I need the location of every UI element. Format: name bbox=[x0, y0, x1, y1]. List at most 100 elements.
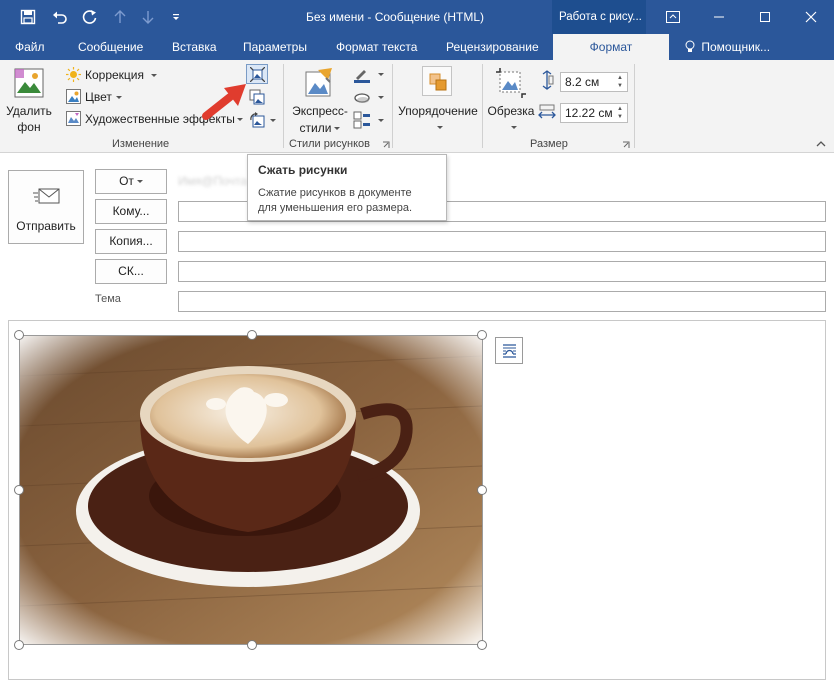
quick-styles-button[interactable]: Экспресс- стили bbox=[290, 64, 350, 136]
bcc-field[interactable] bbox=[178, 261, 826, 282]
height-spin-up-icon[interactable]: ▲ bbox=[617, 74, 625, 82]
resize-handle-top[interactable] bbox=[247, 330, 257, 340]
send-envelope-icon bbox=[33, 188, 60, 204]
group-picture-styles-label: Стили рисунков bbox=[289, 138, 370, 150]
picture-border-button[interactable] bbox=[353, 65, 384, 83]
maximize-icon[interactable] bbox=[742, 0, 788, 34]
tab-options[interactable]: Параметры bbox=[243, 34, 307, 60]
tab-message[interactable]: Сообщение bbox=[78, 34, 143, 60]
height-icon bbox=[542, 70, 554, 90]
picture-layout-button[interactable] bbox=[353, 111, 384, 129]
bcc-button[interactable]: СК... bbox=[95, 259, 167, 284]
resize-handle-bottom-right[interactable] bbox=[477, 640, 487, 650]
tooltip-description-line-1: Сжатие рисунков в документе bbox=[258, 187, 412, 199]
resize-handle-left[interactable] bbox=[14, 485, 24, 495]
cc-button[interactable]: Копия... bbox=[95, 229, 167, 254]
selected-picture[interactable] bbox=[14, 330, 487, 650]
send-button[interactable]: Отправить bbox=[8, 170, 84, 244]
width-value: 12.22 см bbox=[565, 106, 613, 120]
close-icon[interactable] bbox=[788, 0, 834, 34]
resize-handle-top-left[interactable] bbox=[14, 330, 24, 340]
to-button[interactable]: Кому... bbox=[95, 199, 167, 224]
arrange-label: Упорядочение bbox=[398, 104, 478, 118]
width-input[interactable]: 12.22 см ▲ ▼ bbox=[560, 103, 628, 123]
ribbon: Удалить фон Коррекция Цвет Художественны… bbox=[0, 60, 834, 153]
size-dialog-launcher-icon[interactable] bbox=[622, 141, 630, 149]
quick-styles-icon bbox=[305, 68, 332, 97]
window-title: Без имени - Сообщение (HTML) bbox=[305, 10, 485, 24]
lightbulb-icon bbox=[685, 40, 695, 52]
undo-icon[interactable] bbox=[46, 0, 74, 34]
resize-handle-right[interactable] bbox=[477, 485, 487, 495]
tooltip-title: Сжать рисунки bbox=[258, 163, 348, 177]
subject-label: Тема bbox=[95, 293, 121, 305]
tab-file[interactable]: Файл bbox=[15, 34, 45, 60]
tab-picture-format[interactable]: Формат bbox=[553, 34, 669, 60]
message-body[interactable] bbox=[8, 320, 826, 680]
picture-effects-icon bbox=[354, 93, 370, 103]
from-button[interactable]: От bbox=[95, 169, 167, 194]
ribbon-tabs: Файл Сообщение Вставка Параметры Формат … bbox=[0, 34, 834, 60]
arrange-dropdown-icon bbox=[437, 126, 443, 129]
tell-me-box[interactable]: Помощник... bbox=[685, 34, 770, 60]
remove-background-button[interactable]: Удалить фон bbox=[4, 64, 54, 136]
styles-dialog-launcher-icon[interactable] bbox=[382, 141, 390, 149]
picture-tools-context-tab: Работа с рису... bbox=[552, 0, 646, 34]
quick-styles-label-2-text: стили bbox=[299, 121, 332, 135]
redo-icon[interactable] bbox=[76, 0, 104, 34]
picture-border-icon bbox=[354, 70, 370, 83]
ribbon-separator bbox=[283, 64, 284, 148]
layout-options-icon bbox=[503, 344, 516, 358]
picture-layout-dropdown-icon bbox=[378, 119, 384, 122]
color-button[interactable]: Цвет bbox=[66, 88, 126, 106]
subject-field[interactable] bbox=[178, 291, 826, 312]
corrections-dropdown-icon bbox=[151, 74, 157, 77]
ribbon-separator bbox=[482, 64, 483, 148]
quick-styles-label-2: стили bbox=[290, 121, 350, 135]
picture-effects-dropdown-icon bbox=[378, 96, 384, 99]
tab-format-text[interactable]: Формат текста bbox=[336, 34, 417, 60]
minimize-icon[interactable] bbox=[696, 0, 742, 34]
arrange-button[interactable]: Упорядочение bbox=[396, 64, 480, 136]
tooltip-description: Сжатие рисунков в документе для уменьшен… bbox=[258, 186, 436, 216]
picture-effects-button[interactable] bbox=[353, 88, 384, 106]
ribbon-separator bbox=[634, 64, 635, 148]
resize-handle-bottom-left[interactable] bbox=[14, 640, 24, 650]
red-arrow-annotation bbox=[202, 84, 246, 120]
arrange-icon-frame bbox=[422, 66, 452, 96]
height-spin-down-icon[interactable]: ▼ bbox=[617, 82, 625, 90]
crop-icon bbox=[496, 68, 526, 98]
resize-handle-bottom[interactable] bbox=[247, 640, 257, 650]
height-value: 8.2 см bbox=[565, 75, 600, 89]
compress-pictures-icon bbox=[250, 67, 265, 82]
group-size-label: Размер bbox=[530, 138, 568, 150]
save-icon[interactable] bbox=[14, 0, 42, 34]
layout-options-button[interactable] bbox=[495, 337, 523, 364]
compose-area: Отправить От Имя@Почта Кому... Копия... … bbox=[0, 154, 834, 685]
reset-picture-dropdown-icon bbox=[270, 119, 276, 122]
arrow-down-icon[interactable] bbox=[134, 0, 162, 34]
width-icon bbox=[538, 104, 556, 119]
remove-background-label-1: Удалить bbox=[6, 104, 52, 118]
remove-background-icon bbox=[14, 68, 44, 98]
tell-me-label: Помощник... bbox=[701, 40, 771, 54]
picture-border-dropdown-icon bbox=[378, 73, 384, 76]
width-spin-up-icon[interactable]: ▲ bbox=[617, 105, 625, 113]
corrections-label: Коррекция bbox=[85, 68, 145, 82]
crop-button[interactable]: Обрезка bbox=[486, 64, 536, 136]
from-label: От bbox=[119, 174, 134, 188]
ribbon-display-options-icon[interactable] bbox=[650, 0, 696, 34]
collapse-ribbon-icon[interactable] bbox=[815, 140, 827, 148]
arrow-up-icon[interactable] bbox=[106, 0, 134, 34]
cc-field[interactable] bbox=[178, 231, 826, 252]
color-label: Цвет bbox=[85, 90, 112, 104]
customize-toolbar-icon[interactable] bbox=[162, 0, 190, 34]
corrections-button[interactable]: Коррекция bbox=[66, 66, 166, 84]
tab-review[interactable]: Рецензирование bbox=[446, 34, 539, 60]
width-spin-down-icon[interactable]: ▼ bbox=[617, 113, 625, 121]
title-bar: Без имени - Сообщение (HTML) Работа с ри… bbox=[0, 0, 834, 34]
compress-pictures-tooltip: Сжать рисунки Сжатие рисунков в документ… bbox=[247, 154, 447, 221]
tab-insert[interactable]: Вставка bbox=[172, 34, 217, 60]
height-input[interactable]: 8.2 см ▲ ▼ bbox=[560, 72, 628, 92]
resize-handle-top-right[interactable] bbox=[477, 330, 487, 340]
